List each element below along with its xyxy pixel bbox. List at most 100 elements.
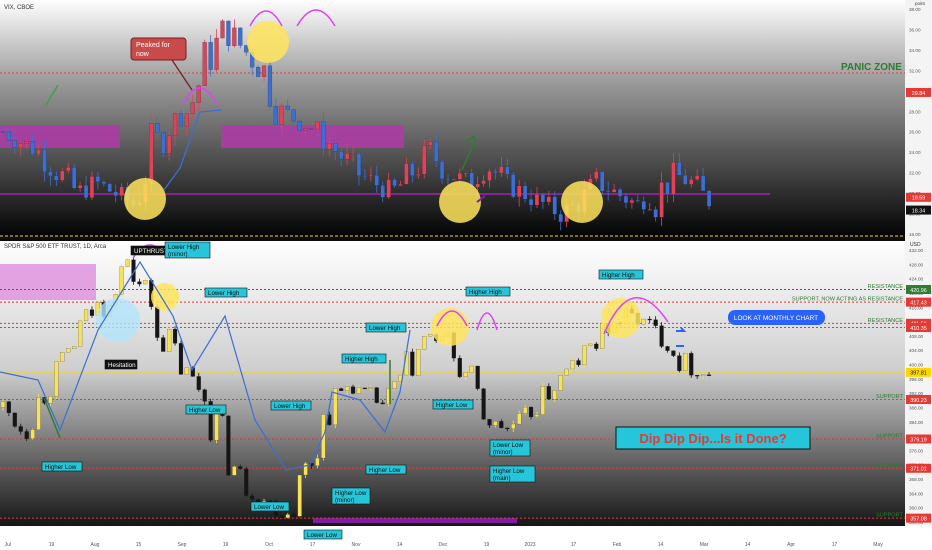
callout-text-higher-high-3-0: Higher High: [345, 356, 378, 363]
vix-candle-116: [689, 179, 694, 185]
time-tick-16: Mar: [700, 542, 709, 548]
vix-tick-1: 36.00: [909, 27, 921, 32]
spy-candle-59: [350, 386, 356, 394]
vix-tick-3: 32.00: [909, 68, 921, 73]
spy-candle-83: [493, 421, 498, 426]
spy-candle-77: [457, 357, 462, 377]
spy-tick-16: 368.00: [909, 477, 923, 482]
spy-candle-86: [511, 423, 516, 429]
spy-candle-116: [689, 353, 694, 376]
vix-candle-29: [172, 113, 178, 136]
spy-candle-24: [143, 280, 148, 285]
spy-candle-5: [30, 429, 35, 439]
vix-candle-47: [279, 105, 284, 125]
spy-candle-61: [362, 387, 367, 390]
spy-level-label-0: RESISTANCE: [868, 284, 904, 290]
spy-level-label-1: SUPPORT, NOW ACTING AS RESISTANCE: [792, 297, 903, 303]
spy-candle-28: [167, 328, 172, 352]
callout-text-higher-low-minor-0: Higher Low: [335, 490, 367, 497]
vix-candle-88: [523, 185, 528, 200]
spy-candle-1: [6, 401, 11, 414]
chart-root: Peaked for now PANIC ZONE VIX, CBOE RESI…: [0, 0, 932, 550]
spy-candle-49: [291, 514, 296, 517]
vix-tick-2: 34.00: [909, 48, 921, 53]
vix-candle-44: [261, 65, 267, 77]
time-tick-1: 19: [49, 542, 55, 548]
panic-zone-label: PANIC ZONE: [841, 62, 902, 73]
callout-text-higher-low-main-0: Higher Low: [493, 468, 525, 475]
trading-chart[interactable]: Peaked for now PANIC ZONE VIX, CBOE RESI…: [0, 0, 932, 550]
spy-price-tag-text-4: 397.81: [910, 371, 927, 377]
spy-candle-15: [89, 309, 95, 316]
vix-candle-45: [267, 65, 273, 107]
vix-candle-118: [701, 175, 706, 191]
vix-candle-86: [511, 174, 516, 198]
vix-candle-105: [623, 195, 629, 203]
spy-candle-14: [83, 309, 89, 322]
vix-zone-mid: [221, 125, 404, 148]
spy-candle-21: [125, 259, 130, 267]
spy-candle-41: [244, 468, 249, 496]
vix-candle-73: [434, 141, 439, 162]
callout-text-higher-low-4-0: Higher Low: [369, 467, 401, 474]
vix-candle-82: [487, 171, 492, 181]
vix-candle-104: [617, 189, 623, 197]
vix-candle-35: [208, 42, 213, 70]
vix-candle-0: [0, 131, 6, 133]
spy-tick-6: 408.00: [909, 334, 923, 339]
spy-tick-18: 360.00: [909, 506, 923, 511]
vix-candle-65: [386, 179, 391, 198]
vix-candle-7: [42, 149, 47, 172]
vix-candle-70: [416, 174, 421, 176]
vix-candle-72: [428, 141, 433, 146]
spy-candle-3: [18, 426, 23, 432]
time-tick-0: Jul: [5, 542, 11, 548]
vix-candle-37: [220, 20, 225, 39]
vix-candle-68: [404, 163, 409, 185]
callout-text-higher-high-1-0: Higher High: [469, 289, 502, 296]
time-tick-11: 19: [484, 542, 490, 548]
spy-candle-8: [48, 396, 53, 404]
spy-candle-51: [303, 463, 308, 476]
vix-candle-107: [635, 200, 640, 202]
spy-candle-118: [701, 374, 706, 377]
spy-candle-33: [196, 376, 201, 390]
vix-candle-117: [695, 175, 700, 180]
spy-candle-81: [481, 388, 486, 420]
callout-text-higher-low-1-0: Higher Low: [189, 407, 221, 414]
callout-text-higher-low-minor-1: (minor): [335, 497, 355, 504]
vix-price-tag-text-2: 18.34: [912, 208, 926, 214]
vix-candle-52: [309, 128, 314, 130]
vix-candle-49: [291, 109, 296, 122]
vix-candle-15: [89, 176, 95, 198]
spy-candle-48: [285, 514, 290, 518]
vix-candle-32: [190, 102, 195, 114]
spy-candle-93: [552, 390, 557, 400]
time-tick-13: 17: [571, 542, 577, 548]
spy-candle-4: [24, 431, 29, 439]
vix-candle-64: [380, 185, 385, 198]
spy-candle-79: [469, 365, 474, 373]
vix-candle-115: [683, 175, 688, 185]
time-tick-8: Nov: [352, 542, 361, 548]
spy-candle-36: [214, 412, 219, 441]
time-tick-15: 14: [658, 542, 664, 548]
vix-candle-51: [303, 128, 308, 131]
spy-candle-56: [333, 388, 338, 425]
time-tick-18: Apr: [787, 542, 795, 548]
vix-candle-18: [107, 183, 112, 192]
spy-candle-115: [683, 353, 688, 371]
vix-candle-74: [439, 161, 445, 179]
look-monthly-text: LOOK AT MONTHLY CHART: [734, 315, 818, 322]
vix-circle-1: [124, 178, 166, 220]
spy-circle-2: [431, 308, 469, 346]
spy-tick-17: 364.00: [909, 491, 923, 496]
vix-candle-90: [534, 194, 540, 206]
callout-text-hesitation-0: Hesitation: [108, 362, 136, 369]
vix-candle-89: [528, 199, 534, 206]
spy-candle-69: [410, 351, 415, 376]
spy-candle-62: [368, 387, 373, 389]
time-tick-4: Sep: [178, 542, 187, 548]
vix-candle-4: [24, 141, 29, 144]
vix-candle-78: [463, 172, 468, 175]
